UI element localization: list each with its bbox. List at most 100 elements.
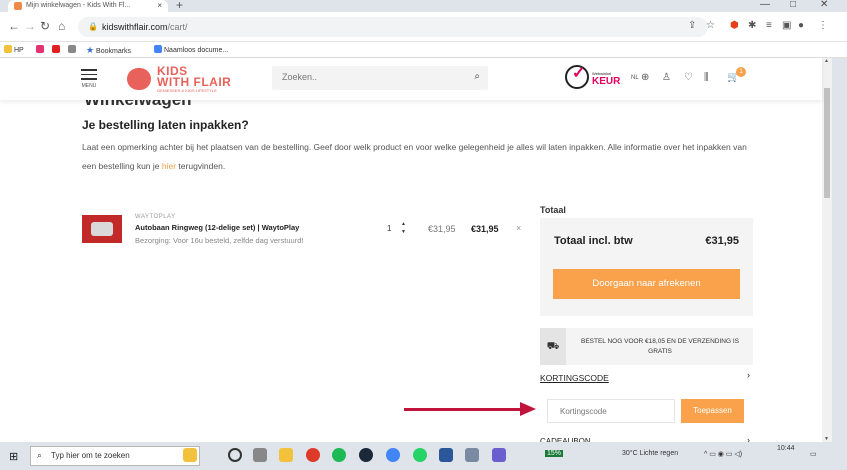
compare-icon[interactable]: ⫼ xyxy=(704,72,709,83)
taskbar-search-placeholder: Typ hier om te zoeken xyxy=(51,451,130,460)
weather-status[interactable]: 30°C Lichte regen xyxy=(622,450,678,457)
steam-icon[interactable] xyxy=(359,448,373,462)
gift-info-link[interactable]: hier xyxy=(162,161,176,171)
task-view-icon[interactable] xyxy=(253,448,267,462)
notification-icon[interactable]: ▭ xyxy=(810,450,817,458)
whatsapp-icon[interactable] xyxy=(413,448,427,462)
address-toolbar: ← → ↻ ⌂ 🔒 kidswithflair.com/cart/ ⇪ ☆ ⬢ … xyxy=(0,12,847,42)
annotation-arrow-line xyxy=(404,408,522,411)
total-box: Totaal incl. btw €31,95 Doorgaan naar af… xyxy=(540,218,753,316)
battery-widget[interactable]: 15% xyxy=(545,450,564,457)
bookmark-docs[interactable]: Naamloos docume... xyxy=(154,45,228,54)
browser-tab[interactable]: Mijn winkelwagen - Kids With Fl... × xyxy=(8,0,168,12)
url-bar[interactable]: 🔒 kidswithflair.com/cart/ xyxy=(78,17,708,37)
menu-label: MENU xyxy=(81,82,97,89)
weather-widget-icon[interactable] xyxy=(183,448,197,462)
favicon-icon xyxy=(14,2,22,10)
chevron-right-icon[interactable]: › xyxy=(747,370,750,380)
sidepanel-icon[interactable]: ▣ xyxy=(782,20,791,31)
search-icon: ⌕ xyxy=(37,450,43,460)
checkout-button[interactable]: Doorgaan naar afrekenen xyxy=(553,269,740,299)
search-icon[interactable]: ⌕ xyxy=(474,71,480,82)
product-brand[interactable]: WAYTOPLAY xyxy=(135,214,176,220)
logo[interactable]: KIDS WITH FLAIR GENIESSER & KIDS LIFESTY… xyxy=(127,64,237,94)
scrollbar-thumb[interactable] xyxy=(824,88,830,198)
new-tab-button[interactable]: + xyxy=(176,0,183,12)
webwinkel-keur-badge[interactable]: ✓ Webwinkel KEUR xyxy=(565,65,627,91)
line-subtotal: €31,95 xyxy=(471,224,499,234)
reload-icon[interactable]: ↻ xyxy=(40,19,50,33)
cortana-icon[interactable] xyxy=(228,448,242,462)
extension-icon[interactable]: ✱ xyxy=(748,20,756,31)
page-scrollbar[interactable]: ▲ ▼ xyxy=(822,58,832,442)
reading-list-icon[interactable]: ≡ xyxy=(766,20,772,31)
product-image[interactable] xyxy=(82,215,122,243)
coupon-toggle[interactable]: KORTINGSCODE xyxy=(540,373,609,383)
bookmark-hp[interactable]: HP xyxy=(4,45,24,54)
system-tray-icons[interactable]: ^ ▭ ◉ ▭ ◁) xyxy=(704,450,742,458)
profile-avatar-icon[interactable]: ● xyxy=(798,20,804,31)
app2-icon[interactable] xyxy=(492,448,506,462)
forward-icon[interactable]: → xyxy=(24,19,36,33)
file-explorer-icon[interactable] xyxy=(279,448,293,462)
language-selector[interactable]: NL xyxy=(631,75,639,81)
search-placeholder: Zoeken.. xyxy=(282,72,318,82)
minimize-window-button[interactable]: — xyxy=(760,0,770,10)
decrease-icon[interactable]: ▼ xyxy=(401,228,406,236)
quantity-value[interactable]: 1 xyxy=(387,224,391,233)
bookmarks-bar: HP ★ Bookmarks Naamloos docume... xyxy=(0,42,847,58)
close-window-button[interactable]: ✕ xyxy=(820,0,828,10)
keur-big-text: KEUR xyxy=(592,76,621,87)
share-icon[interactable]: ⇪ xyxy=(688,20,696,31)
apply-coupon-button[interactable]: Toepassen xyxy=(681,399,744,423)
increase-icon[interactable]: ▲ xyxy=(401,220,406,228)
logo-tagline: GENIESSER & KIDS LIFESTYLE xyxy=(157,88,217,93)
cart-count-badge: 1 xyxy=(736,67,746,77)
maximize-window-button[interactable]: □ xyxy=(790,0,796,10)
chrome-icon[interactable] xyxy=(306,448,320,462)
product-name[interactable]: Autobaan Ringweg (12-delige set) | Wayto… xyxy=(135,223,299,232)
brave-shield-icon[interactable]: ⬢ xyxy=(730,20,739,31)
quantity-stepper[interactable]: ▲ ▼ xyxy=(401,220,406,236)
remove-item-button[interactable]: × xyxy=(516,223,521,233)
shipping-notice-text: BESTEL NOG VOOR €18,05 EN DE VERZENDING … xyxy=(581,338,739,355)
logo-icon xyxy=(127,68,151,90)
folder-icon xyxy=(4,45,12,53)
delivery-info: Bezorging: Voor 16u besteld, zelfde dag … xyxy=(135,236,304,245)
bookmark-bookmarks[interactable]: ★ Bookmarks xyxy=(86,45,131,56)
back-icon[interactable]: ← xyxy=(8,19,20,33)
truck-icon: ⛟ xyxy=(540,328,566,365)
star-icon: ★ xyxy=(86,45,95,55)
menu-button[interactable]: MENU xyxy=(81,69,97,89)
bookmark-star-icon[interactable]: ☆ xyxy=(706,20,715,31)
gift-wrap-text: Laat een opmerking achter bij het plaats… xyxy=(82,138,762,176)
app-icon[interactable] xyxy=(465,448,479,462)
chrome-menu-icon[interactable]: ⋮ xyxy=(818,20,828,31)
unit-price: €31,95 xyxy=(428,224,456,234)
gift-text-part: terugvinden. xyxy=(176,161,226,171)
chevron-right-icon[interactable]: › xyxy=(747,435,750,442)
chrome-alt-icon[interactable] xyxy=(386,448,400,462)
bookmark-instagram[interactable] xyxy=(36,45,46,54)
coupon-input[interactable]: Kortingscode xyxy=(547,399,675,423)
url-path: /cart/ xyxy=(167,22,188,32)
spotify-icon[interactable] xyxy=(332,448,346,462)
taskbar-search-input[interactable]: ⌕ Typ hier om te zoeken xyxy=(30,446,200,466)
bookmark-photos[interactable] xyxy=(68,45,78,54)
search-input[interactable]: Zoeken.. ⌕ xyxy=(272,66,488,90)
clock-time[interactable]: 10:44 xyxy=(777,445,795,452)
annotation-arrow-head xyxy=(520,402,536,416)
account-icon[interactable]: ♙ xyxy=(662,72,671,83)
total-value: €31,95 xyxy=(705,235,739,247)
globe-icon[interactable]: ⊕ xyxy=(641,72,649,83)
summary-label: Totaal xyxy=(540,205,566,215)
gift-wrap-title: Je bestelling laten inpakken? xyxy=(82,118,249,132)
wishlist-heart-icon[interactable]: ♡ xyxy=(684,72,693,83)
bookmark-youtube[interactable] xyxy=(52,45,62,54)
scroll-up-icon[interactable]: ▲ xyxy=(824,58,829,64)
home-icon[interactable]: ⌂ xyxy=(58,19,65,33)
close-tab-icon[interactable]: × xyxy=(157,1,162,10)
windows-start-icon[interactable]: ⊞ xyxy=(9,450,18,463)
word-icon[interactable] xyxy=(439,448,453,462)
bookmark-label: Naamloos docume... xyxy=(164,47,229,54)
